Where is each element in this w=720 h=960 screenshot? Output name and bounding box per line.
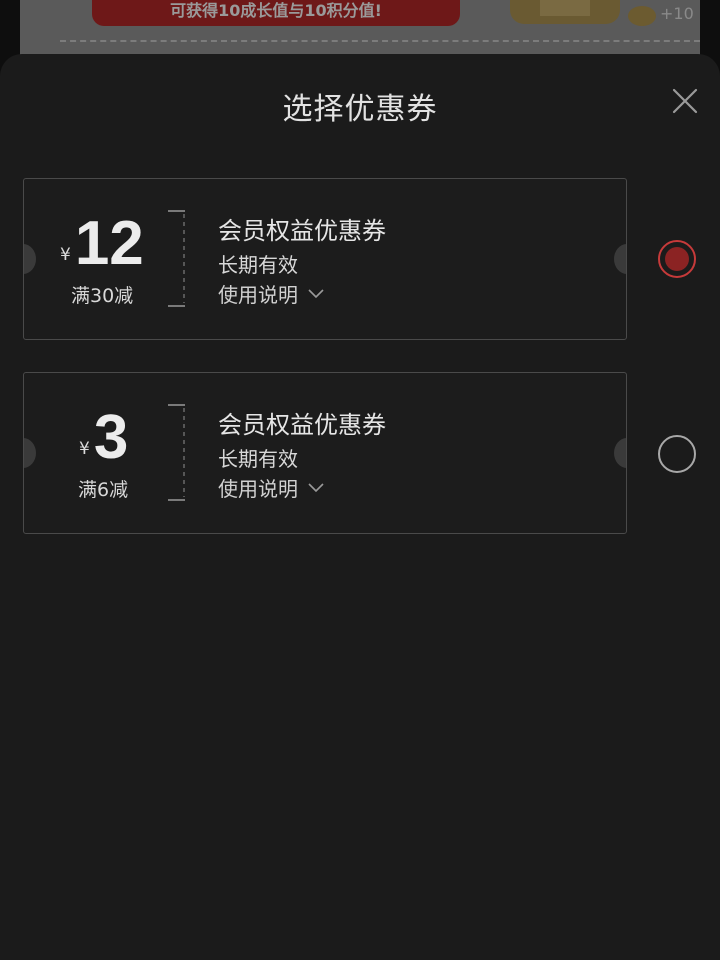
coupon-notch-right (614, 438, 626, 468)
radio-checked-icon (658, 240, 696, 278)
coupon-select-sheet: 选择优惠券 ¥ 12 满30减 会员权益优惠券 长期有效 使用说明 ¥ 3 满6… (0, 54, 720, 960)
coupon-amount: ¥ 3 (79, 399, 128, 469)
amount-value: 12 (74, 209, 144, 278)
chevron-down-icon (308, 288, 324, 298)
usage-toggle[interactable]: 使用说明 (218, 473, 324, 502)
coupon-radio-selected[interactable] (657, 239, 697, 279)
coupon-name: 会员权益优惠券 (218, 217, 386, 245)
close-button[interactable] (668, 84, 702, 118)
coupon-threshold: 满6减 (78, 479, 129, 501)
usage-label: 使用说明 (218, 283, 298, 307)
coupon-threshold: 满30减 (71, 285, 134, 307)
gold-badge (510, 0, 620, 24)
coupon-divider (168, 404, 185, 501)
coupon-validity: 长期有效 (218, 253, 298, 277)
usage-toggle[interactable]: 使用说明 (218, 279, 324, 308)
coupon-divider (168, 210, 185, 307)
points-plus: +10 (660, 4, 694, 23)
chevron-down-icon (308, 482, 324, 492)
gold-badge-inner (540, 0, 590, 16)
sheet-title: 选择优惠券 (282, 92, 438, 127)
coupon-card[interactable]: ¥ 12 满30减 会员权益优惠券 长期有效 使用说明 (23, 178, 627, 340)
coupon-notch-left (24, 244, 36, 274)
coupon-amount: ¥ 12 (60, 205, 144, 275)
coupon-card[interactable]: ¥ 3 满6减 会员权益优惠券 长期有效 使用说明 (23, 372, 627, 534)
currency-symbol: ¥ (79, 439, 90, 459)
currency-symbol: ¥ (60, 245, 71, 265)
radio-unchecked-icon (658, 435, 696, 473)
coupon-name: 会员权益优惠券 (218, 411, 386, 439)
coupon-validity: 长期有效 (218, 447, 298, 471)
dashed-divider (60, 40, 700, 42)
coupon-radio-unselected[interactable] (657, 434, 697, 474)
coupon-notch-right (614, 244, 626, 274)
usage-label: 使用说明 (218, 477, 298, 501)
reward-banner-text: 可获得10成长值与10积分值! (170, 1, 382, 20)
amount-value: 3 (93, 403, 129, 472)
close-icon (672, 88, 698, 114)
coupon-notch-left (24, 438, 36, 468)
reward-banner: 可获得10成长值与10积分值! (92, 0, 460, 26)
coin-icon (628, 6, 656, 26)
